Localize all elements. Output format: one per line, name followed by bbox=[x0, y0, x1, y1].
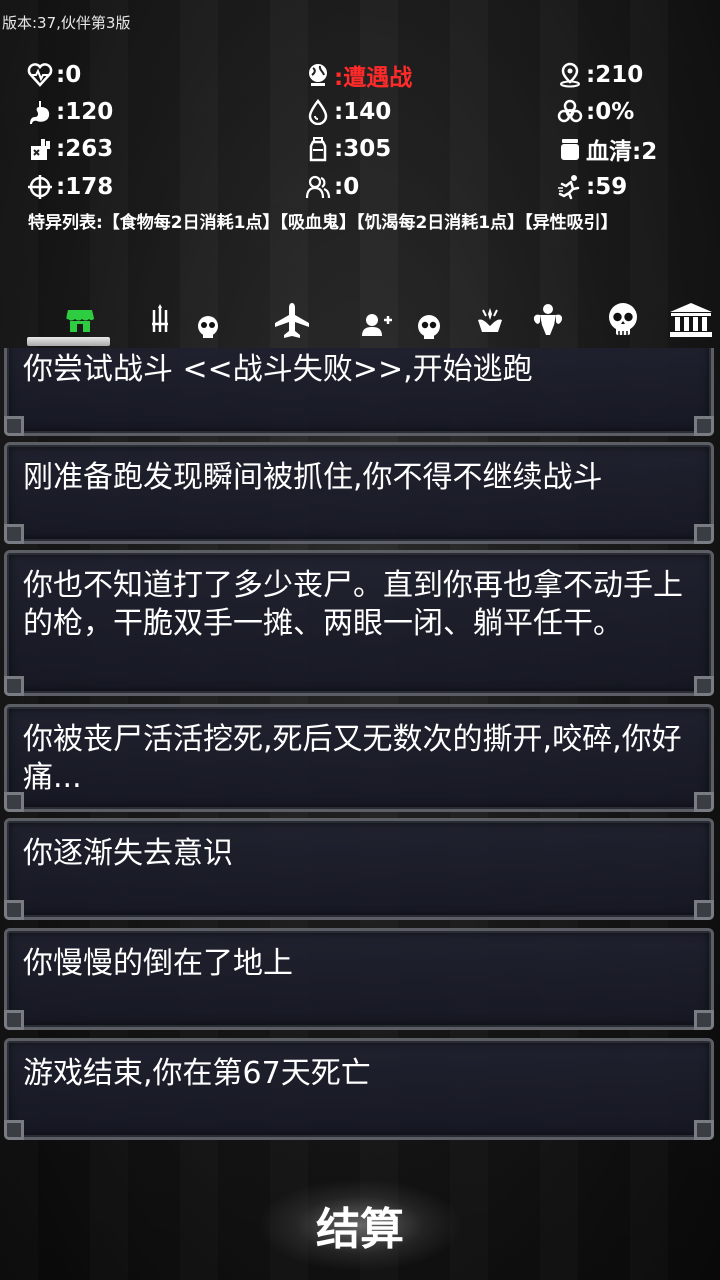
stat-companions: :0 bbox=[304, 172, 359, 202]
stat-event: :遭遇战 bbox=[304, 60, 412, 91]
tab-travel[interactable] bbox=[272, 298, 312, 342]
traits-list: 特异列表:【食物每2日消耗1点】【吸血鬼】【饥渴每2日消耗1点】【异性吸引】 bbox=[28, 213, 618, 233]
strength-icon bbox=[533, 304, 563, 335]
tab-bank[interactable] bbox=[668, 298, 714, 342]
people-icon bbox=[304, 173, 332, 201]
skull-icon bbox=[609, 303, 637, 335]
log-entry: 你慢慢的倒在了地上 bbox=[4, 928, 714, 1030]
runner-icon bbox=[556, 173, 584, 201]
log-entry: 你被丧尸活活挖死,死后又无数次的撕开,咬碎,你好痛... bbox=[4, 704, 714, 812]
plane-icon bbox=[275, 303, 309, 338]
tab-skills[interactable] bbox=[472, 298, 508, 342]
stat-water: :140 bbox=[304, 97, 391, 127]
active-tab-indicator bbox=[27, 337, 110, 346]
heartbeat-icon bbox=[26, 61, 54, 89]
stat-distance: :210 bbox=[556, 60, 643, 90]
log-entry: 刚准备跑发现瞬间被抓住,你不得不继续战斗 bbox=[4, 442, 714, 544]
shop-icon bbox=[66, 310, 94, 332]
version-label: 版本:37,伙伴第3版 bbox=[2, 14, 131, 32]
settle-button[interactable]: 结算 bbox=[260, 1180, 460, 1270]
serum-jar-icon bbox=[556, 135, 584, 163]
stat-infection: :0% bbox=[556, 97, 634, 127]
stat-food: :120 bbox=[26, 97, 113, 127]
tab-shop[interactable] bbox=[62, 298, 98, 342]
tab-recruit[interactable] bbox=[358, 298, 448, 342]
biohazard-icon bbox=[556, 98, 584, 126]
stat-serum: 血清:2 bbox=[556, 134, 657, 165]
bank-icon bbox=[670, 303, 712, 337]
location-pin-icon bbox=[556, 61, 584, 89]
ammo-box-icon bbox=[26, 135, 54, 163]
log-entry: 你也不知道打了多少丧尸。直到你再也拿不动手上的枪，干脆双手一摊、两眼一闭、躺平任… bbox=[4, 550, 714, 696]
log-entry: 游戏结束,你在第67天死亡 bbox=[4, 1038, 714, 1140]
weapons-skull-icon bbox=[152, 304, 218, 338]
tab-strength[interactable] bbox=[526, 298, 570, 342]
stat-accuracy: :178 bbox=[26, 172, 113, 202]
bottle-icon bbox=[304, 135, 332, 163]
stat-ammo: :263 bbox=[26, 134, 113, 164]
log-entry: 你逐渐失去意识 bbox=[4, 818, 714, 920]
stat-health: :0 bbox=[26, 60, 81, 90]
skills-icon bbox=[478, 308, 502, 332]
crosshair-icon bbox=[26, 173, 54, 201]
event-log[interactable]: 你尝试战斗 <<战斗失败>>,开始逃跑 刚准备跑发现瞬间被抓住,你不得不继续战斗… bbox=[0, 348, 720, 1148]
globe-icon bbox=[304, 61, 332, 89]
stat-supplies: :305 bbox=[304, 134, 391, 164]
add-companion-skull-icon bbox=[362, 314, 440, 339]
log-entry: 你尝试战斗 <<战斗失败>>,开始逃跑 bbox=[4, 348, 714, 436]
water-drop-icon bbox=[304, 98, 332, 126]
stomach-icon bbox=[26, 98, 54, 126]
tab-graveyard[interactable] bbox=[602, 298, 644, 342]
tab-weapons[interactable] bbox=[146, 298, 226, 342]
stat-speed: :59 bbox=[556, 172, 627, 202]
